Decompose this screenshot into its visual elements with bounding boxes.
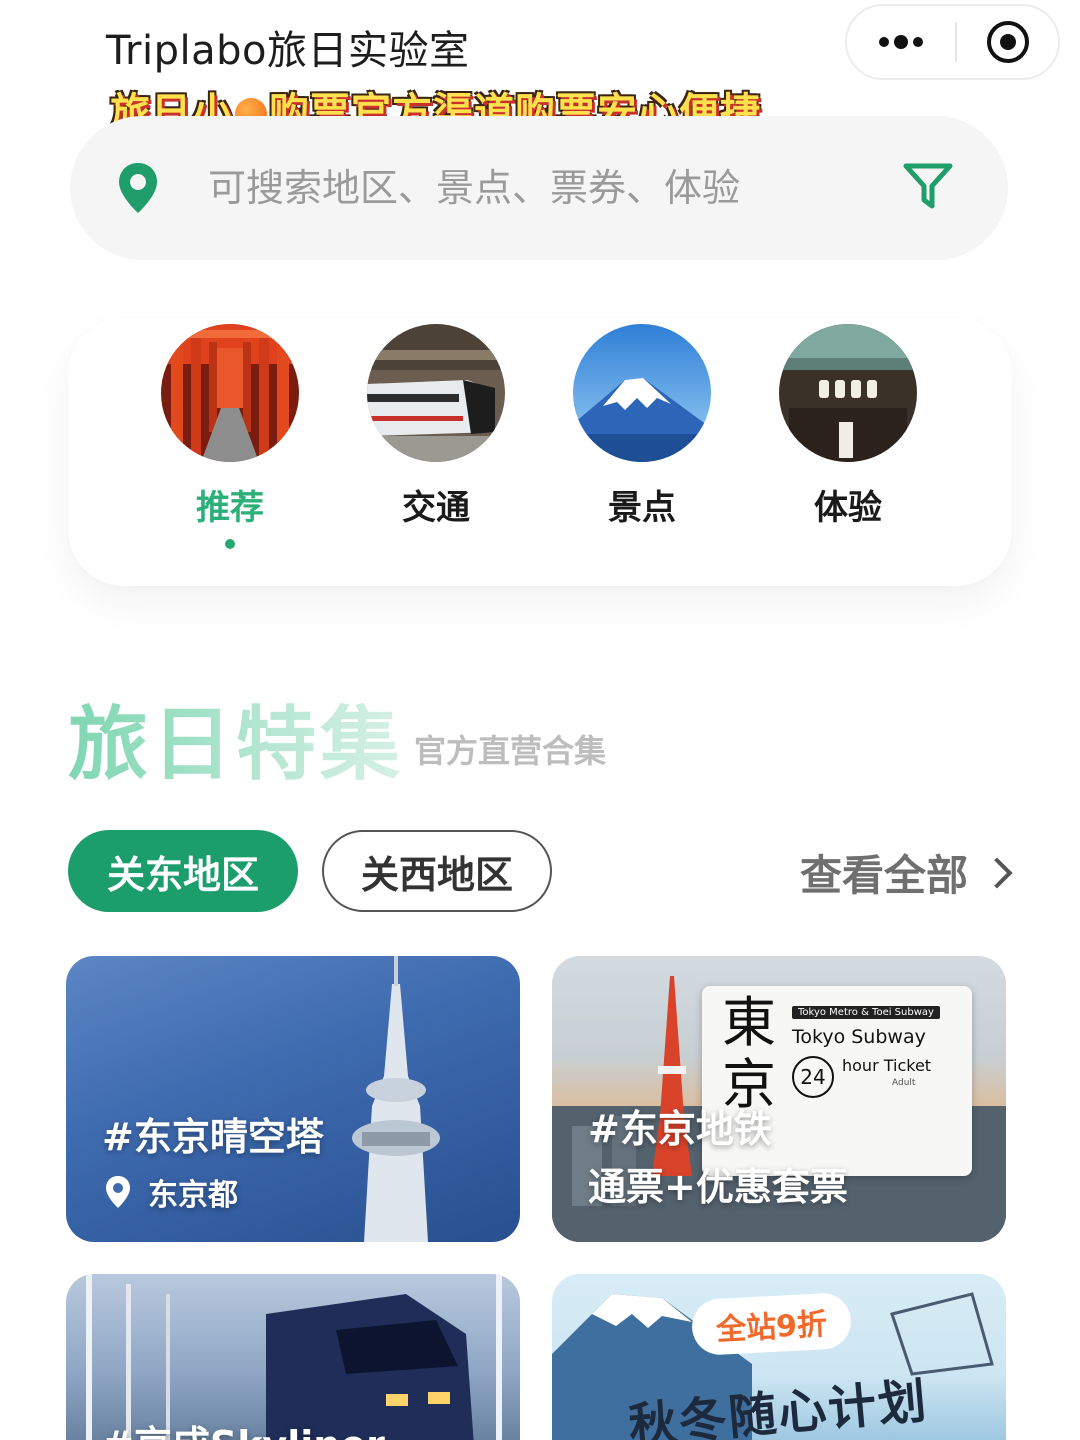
feature-card-skyliner[interactable]: #京成Skyliner <box>66 1274 520 1440</box>
ticket-hours: 24 <box>792 1056 834 1098</box>
filter-icon[interactable] <box>898 156 958 216</box>
ticket-adult: Adult <box>892 1078 916 1088</box>
category-label: 体验 <box>814 488 882 528</box>
target-close-icon <box>986 21 1029 63</box>
card-title: #东京晴空塔 <box>102 1115 324 1159</box>
mini-program-capsule <box>845 4 1060 80</box>
ticket-brand: Tokyo Metro & Toei Subway <box>792 1006 940 1019</box>
torii-gates-image <box>161 324 299 462</box>
location-pin-icon <box>106 1176 130 1208</box>
close-mini-program-button[interactable] <box>957 6 1058 78</box>
view-all-link[interactable]: 查看全部 <box>799 842 1013 903</box>
card-location: 东京都 <box>104 1170 238 1214</box>
category-label: 交通 <box>402 488 470 528</box>
section-title: 旅日特集 <box>68 680 404 796</box>
feature-card-skytree[interactable]: #东京晴空塔 东京都 <box>66 956 520 1242</box>
category-experience[interactable]: 体验 <box>778 324 918 529</box>
view-all-label: 查看全部 <box>799 851 968 900</box>
train-image <box>367 324 505 462</box>
ticket-name: Tokyo Subway <box>792 1026 926 1048</box>
feature-card-tokyo-subway[interactable]: 東京 Tokyo Metro & Toei Subway Tokyo Subwa… <box>552 956 1006 1242</box>
card-title: #京成Skyliner <box>102 1414 385 1440</box>
chevron-right-icon <box>981 856 1013 889</box>
search-bar[interactable] <box>70 116 1008 260</box>
search-input[interactable] <box>208 166 848 210</box>
tab-kanto[interactable]: 关东地区 <box>68 830 298 912</box>
category-label: 景点 <box>608 488 676 528</box>
category-transport[interactable]: 交通 <box>366 324 506 529</box>
card-title-line2: 通票+优惠套票 <box>588 1165 848 1209</box>
more-dots-icon <box>879 35 923 49</box>
card-title-line1: #东京地铁 <box>588 1107 772 1151</box>
mount-fuji-image <box>573 324 711 462</box>
temple-image <box>779 324 917 462</box>
category-label: 推荐 <box>196 488 264 528</box>
category-card: 推荐 交通 景点 体验 <box>68 318 1012 586</box>
category-recommend[interactable]: 推荐 <box>160 324 300 549</box>
discount-badge: 全站9折 <box>690 1291 853 1357</box>
tab-kansai[interactable]: 关西地区 <box>322 830 552 912</box>
location-label: 东京都 <box>148 1178 238 1213</box>
location-pin-icon[interactable] <box>114 160 162 216</box>
app-page: Triplabo旅日实验室 旅日小 购票官方渠道购票安心便捷 可搜索地区、景点、… <box>0 0 1080 1440</box>
more-options-button[interactable] <box>847 6 955 78</box>
ticket-type: hour Ticket <box>842 1056 932 1075</box>
app-title: Triplabo旅日实验室 <box>106 28 470 74</box>
section-subtitle: 官方直营合集 <box>414 732 607 770</box>
category-attractions[interactable]: 景点 <box>572 324 712 529</box>
feature-card-autumn-winter-plan[interactable]: 全站9折 秋冬随心计划 <box>552 1274 1006 1440</box>
active-indicator-dot <box>225 539 235 549</box>
